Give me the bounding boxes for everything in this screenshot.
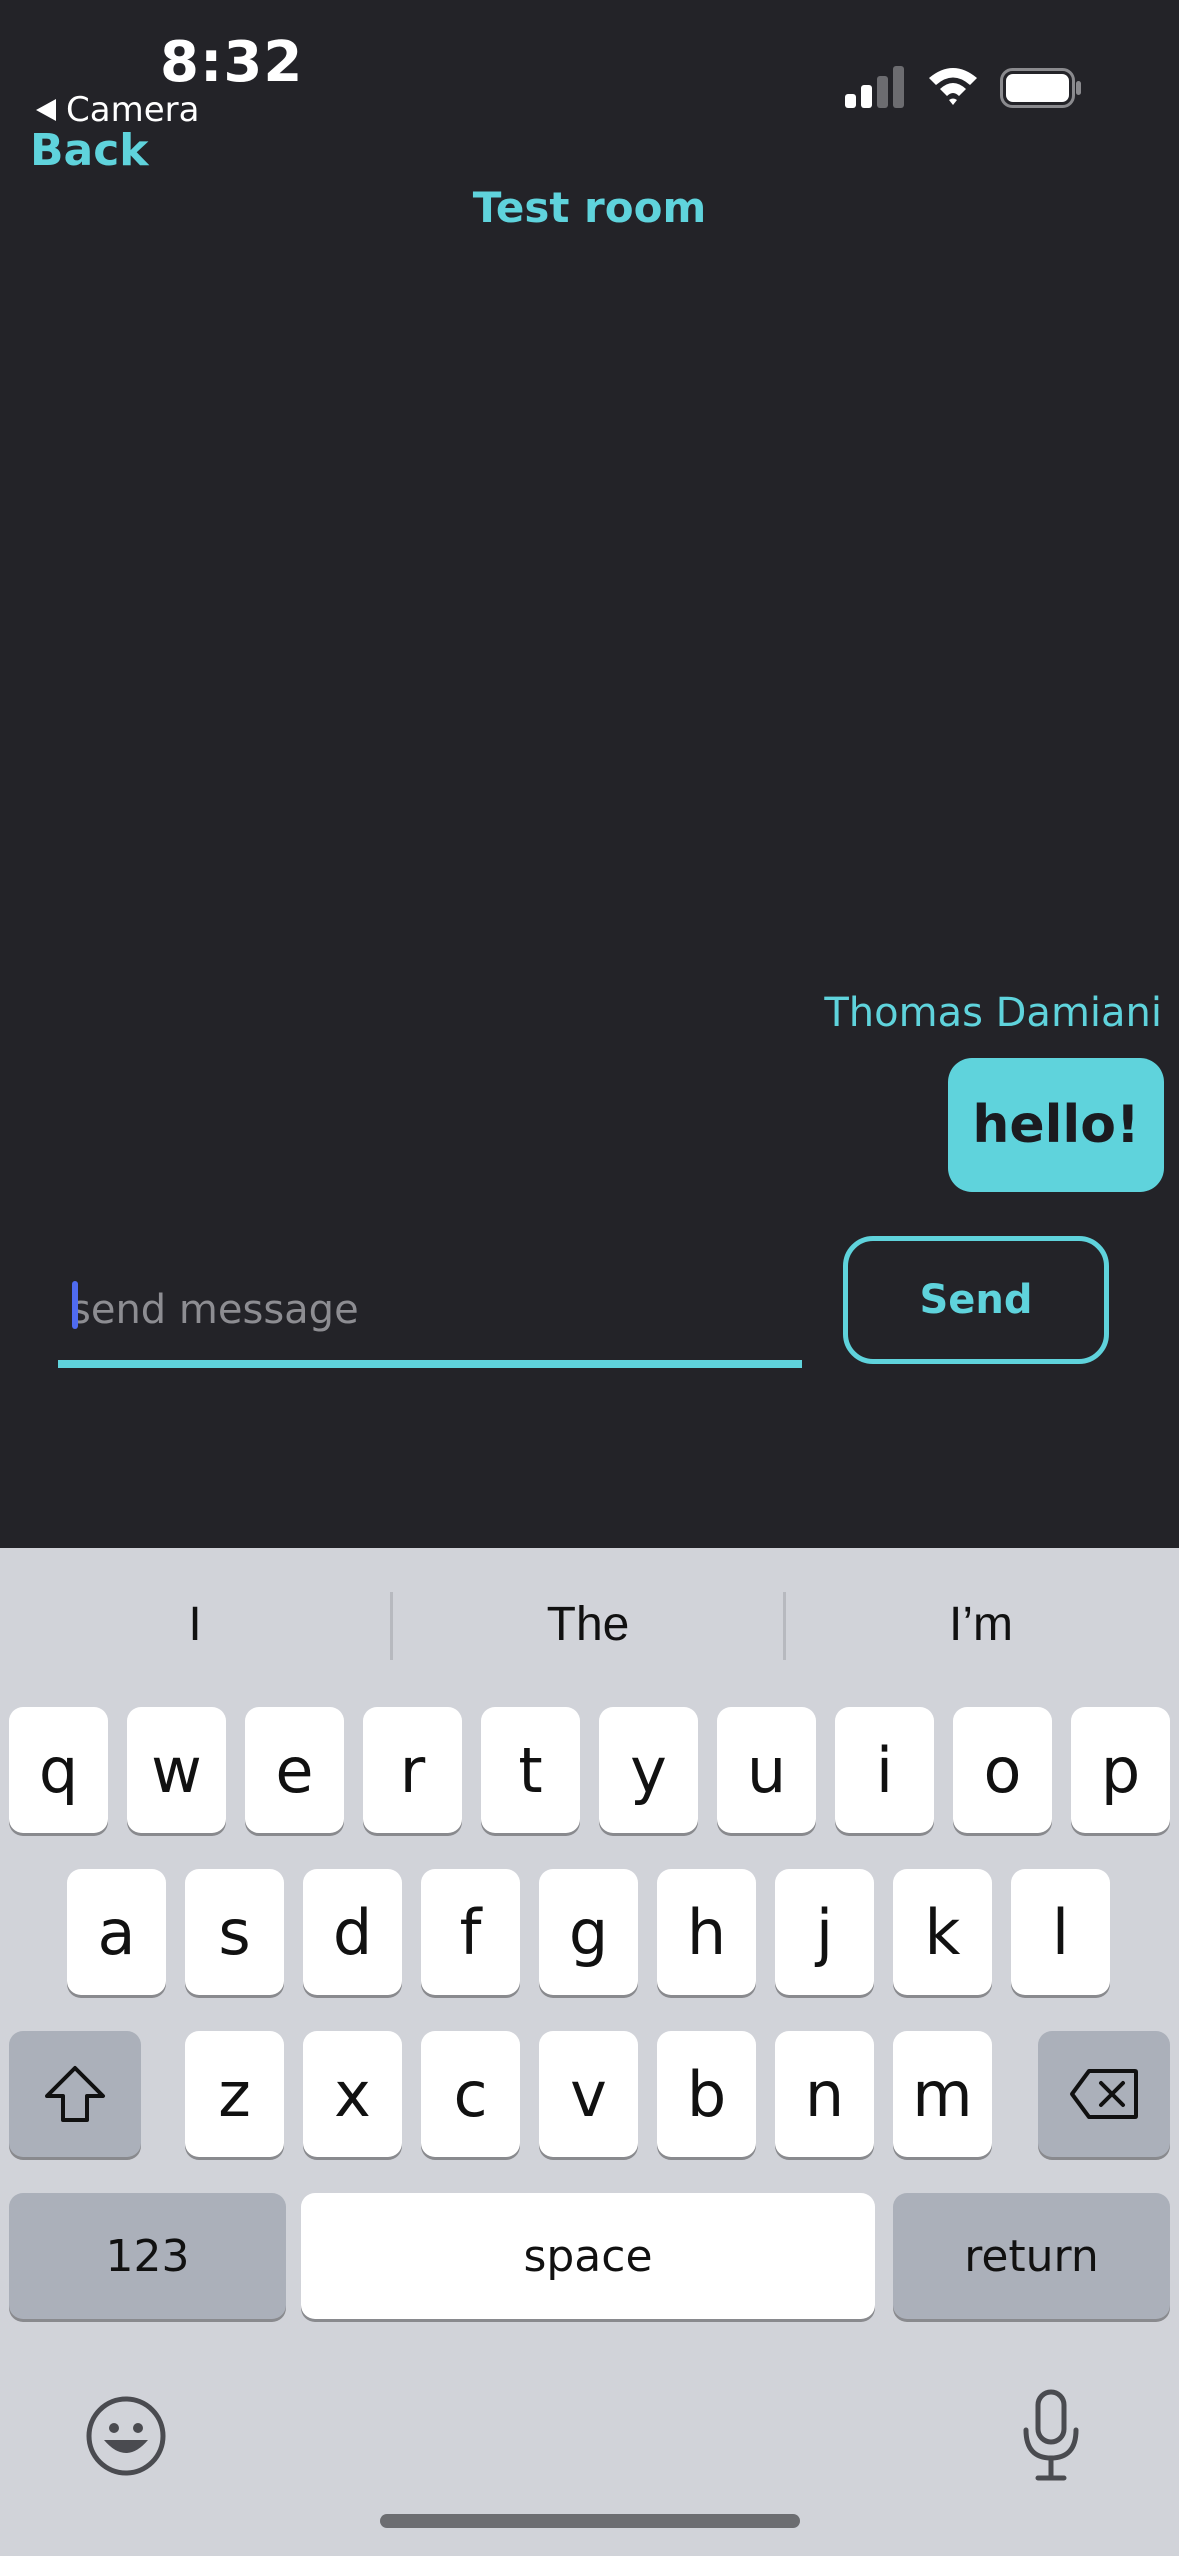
message-text: hello! bbox=[972, 1095, 1140, 1155]
key-p[interactable]: p bbox=[1071, 1707, 1170, 1833]
key-n[interactable]: n bbox=[775, 2031, 874, 2157]
backspace-icon bbox=[1070, 2069, 1138, 2119]
key-b[interactable]: b bbox=[657, 2031, 756, 2157]
status-time: 8:32 bbox=[160, 30, 304, 95]
key-o[interactable]: o bbox=[953, 1707, 1052, 1833]
home-indicator[interactable] bbox=[380, 2514, 800, 2528]
key-h[interactable]: h bbox=[657, 1869, 756, 1995]
back-app-label: Camera bbox=[66, 90, 200, 130]
keyboard-suggestion-bar: I The I’m bbox=[0, 1548, 1179, 1700]
key-c[interactable]: c bbox=[421, 2031, 520, 2157]
shift-key[interactable] bbox=[9, 2031, 141, 2157]
input-underline bbox=[58, 1360, 802, 1368]
text-caret bbox=[72, 1281, 78, 1329]
suggestion-1[interactable]: I bbox=[0, 1548, 390, 1700]
key-m[interactable]: m bbox=[893, 2031, 992, 2157]
back-triangle-icon bbox=[36, 99, 56, 121]
battery-icon bbox=[1000, 68, 1081, 108]
message-bubble: hello! bbox=[948, 1058, 1164, 1192]
back-to-app-link[interactable]: Camera bbox=[36, 90, 199, 130]
key-f[interactable]: f bbox=[421, 1869, 520, 1995]
back-button[interactable]: Back bbox=[30, 125, 149, 176]
suggestion-2[interactable]: The bbox=[393, 1548, 783, 1700]
key-l[interactable]: l bbox=[1011, 1869, 1110, 1995]
key-y[interactable]: y bbox=[599, 1707, 698, 1833]
send-button[interactable]: Send bbox=[843, 1236, 1109, 1364]
microphone-icon[interactable] bbox=[1016, 2388, 1086, 2484]
key-k[interactable]: k bbox=[893, 1869, 992, 1995]
cellular-signal-icon bbox=[845, 66, 904, 108]
key-t[interactable]: t bbox=[481, 1707, 580, 1833]
suggestion-3[interactable]: I’m bbox=[786, 1548, 1176, 1700]
key-q[interactable]: q bbox=[9, 1707, 108, 1833]
key-w[interactable]: w bbox=[127, 1707, 226, 1833]
space-key[interactable]: space bbox=[301, 2193, 875, 2319]
shift-arrow-icon bbox=[45, 2066, 105, 2122]
wifi-icon bbox=[929, 68, 977, 105]
key-d[interactable]: d bbox=[303, 1869, 402, 1995]
key-z[interactable]: z bbox=[185, 2031, 284, 2157]
room-title: Test room bbox=[472, 183, 707, 232]
key-x[interactable]: x bbox=[303, 2031, 402, 2157]
key-s[interactable]: s bbox=[185, 1869, 284, 1995]
delete-key[interactable] bbox=[1038, 2031, 1170, 2157]
message-sender-name: Thomas Damiani bbox=[824, 990, 1162, 1036]
key-e[interactable]: e bbox=[245, 1707, 344, 1833]
key-j[interactable]: j bbox=[775, 1869, 874, 1995]
message-input[interactable] bbox=[58, 1260, 802, 1360]
key-u[interactable]: u bbox=[717, 1707, 816, 1833]
key-v[interactable]: v bbox=[539, 2031, 638, 2157]
key-a[interactable]: a bbox=[67, 1869, 166, 1995]
numbers-key[interactable]: 123 bbox=[9, 2193, 286, 2319]
emoji-icon[interactable] bbox=[84, 2394, 168, 2478]
key-r[interactable]: r bbox=[363, 1707, 462, 1833]
key-i[interactable]: i bbox=[835, 1707, 934, 1833]
message-input-container bbox=[58, 1260, 802, 1368]
key-g[interactable]: g bbox=[539, 1869, 638, 1995]
return-key[interactable]: return bbox=[893, 2193, 1170, 2319]
